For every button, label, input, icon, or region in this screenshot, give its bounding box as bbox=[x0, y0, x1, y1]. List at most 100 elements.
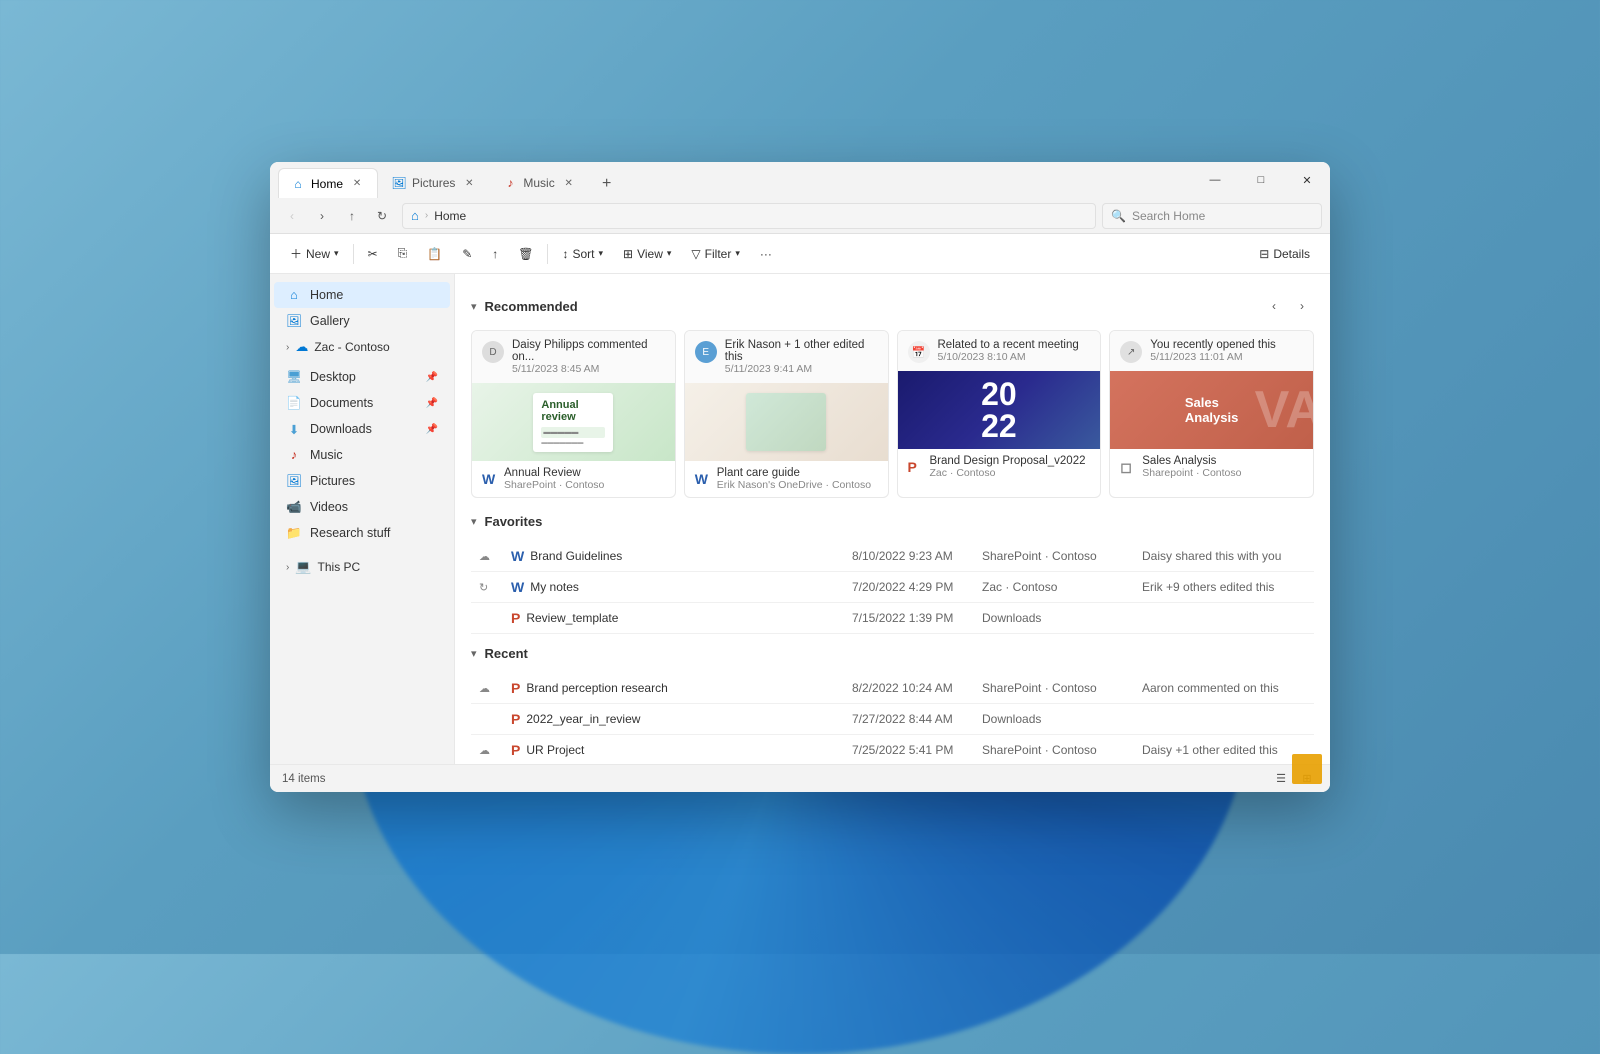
sidebar-downloads-label: Downloads bbox=[310, 422, 372, 436]
favorites-toggle[interactable]: ▾ bbox=[471, 515, 477, 528]
favorites-row-brand-guidelines[interactable]: ☁ W Brand Guidelines 8/10/2022 9:23 AM S… bbox=[471, 541, 1314, 572]
annual-file-icon: W bbox=[482, 471, 498, 487]
my-notes-date: 7/20/2022 4:29 PM bbox=[844, 572, 974, 603]
brand-perception-name-cell: P Brand perception research bbox=[511, 680, 836, 696]
rec-card-brand-footer: P Brand Design Proposal_v2022 Zac · Cont… bbox=[898, 449, 1101, 485]
details-button[interactable]: ⊟ Details bbox=[1251, 243, 1318, 265]
more-button[interactable]: ··· bbox=[752, 243, 780, 265]
brand-perception-date: 8/2/2022 10:24 AM bbox=[844, 673, 974, 704]
quick-access-section: 🖥 Desktop 📌 📄 Documents 📌 ⬇ Downloads 📌 … bbox=[270, 364, 454, 546]
recommended-prev-button[interactable]: ‹ bbox=[1262, 294, 1286, 318]
cut-button[interactable]: ✂ bbox=[360, 243, 386, 265]
recommended-toggle[interactable]: ▾ bbox=[471, 300, 477, 313]
separator-2 bbox=[547, 244, 548, 264]
contoso-expand-arrow: › bbox=[286, 342, 289, 353]
item-count: 14 items bbox=[282, 773, 325, 785]
close-button[interactable]: ✕ bbox=[1284, 162, 1330, 198]
sidebar-item-downloads[interactable]: ⬇ Downloads 📌 bbox=[274, 416, 450, 442]
rec-card-plant[interactable]: E Erik Nason + 1 other edited this 5/11/… bbox=[684, 330, 889, 498]
brand-guidelines-cloud-icon: ☁ bbox=[479, 550, 490, 563]
documents-sidebar-icon: 📄 bbox=[286, 395, 302, 411]
minimize-button[interactable]: — bbox=[1192, 162, 1238, 198]
brand-file-info: Brand Design Proposal_v2022 Zac · Contos… bbox=[930, 455, 1086, 479]
brand-guidelines-date: 8/10/2022 9:23 AM bbox=[844, 541, 974, 572]
favorites-row-my-notes[interactable]: ↻ W My notes 7/20/2022 4:29 PM Zac · Con… bbox=[471, 572, 1314, 603]
up-button[interactable]: ↑ bbox=[338, 203, 366, 229]
sidebar-group-thispc[interactable]: › 💻 This PC bbox=[274, 554, 450, 580]
rec-card-plant-user-icon: E bbox=[695, 341, 717, 363]
recent-toggle[interactable]: ▾ bbox=[471, 647, 477, 660]
sort-icon: ↕ bbox=[562, 247, 568, 261]
my-notes-activity: Erik +9 others edited this bbox=[1134, 572, 1314, 603]
downloads-sidebar-icon: ⬇ bbox=[286, 421, 302, 437]
view-button[interactable]: ⊞ View ▾ bbox=[615, 243, 679, 265]
sidebar-item-research[interactable]: 📁 Research stuff bbox=[274, 520, 450, 546]
forward-button[interactable]: › bbox=[308, 203, 336, 229]
tab-music[interactable]: ♪ Music ✕ bbox=[491, 168, 588, 198]
maximize-button[interactable]: □ bbox=[1238, 162, 1284, 198]
tab-music-close[interactable]: ✕ bbox=[561, 175, 577, 191]
add-tab-button[interactable]: + bbox=[593, 170, 621, 198]
sidebar-group-contoso[interactable]: › ☁ Zac - Contoso bbox=[274, 334, 450, 360]
recent-row-2022-review[interactable]: P 2022_year_in_review 7/27/2022 8:44 AM … bbox=[471, 704, 1314, 735]
2022-review-activity bbox=[1134, 704, 1314, 735]
2022-review-location: Downloads bbox=[974, 704, 1134, 735]
back-button[interactable]: ‹ bbox=[278, 203, 306, 229]
tab-pictures[interactable]: 🖼 Pictures ✕ bbox=[380, 168, 489, 198]
paste-button[interactable]: 📋 bbox=[419, 243, 450, 265]
sidebar-item-music[interactable]: ♪ Music bbox=[274, 442, 450, 468]
2022-review-date: 7/27/2022 8:44 AM bbox=[844, 704, 974, 735]
sort-button[interactable]: ↕ Sort ▾ bbox=[554, 243, 611, 265]
copy-button[interactable]: ⎘ bbox=[390, 242, 416, 265]
paste-icon: 📋 bbox=[427, 247, 442, 261]
rec-card-annual-review[interactable]: D Daisy Philipps commented on... 5/11/20… bbox=[471, 330, 676, 498]
recommended-next-button[interactable]: › bbox=[1290, 294, 1314, 318]
gallery-sidebar-icon: 🖼 bbox=[286, 313, 302, 329]
rec-card-sales[interactable]: ↗ You recently opened this 5/11/2023 11:… bbox=[1109, 330, 1314, 498]
cut-icon: ✂ bbox=[368, 247, 378, 261]
search-bar[interactable]: 🔍 Search Home bbox=[1102, 203, 1322, 229]
sidebar-item-gallery[interactable]: 🖼 Gallery bbox=[274, 308, 450, 334]
tab-home[interactable]: ⌂ Home ✕ bbox=[278, 168, 378, 198]
sidebar-item-documents[interactable]: 📄 Documents 📌 bbox=[274, 390, 450, 416]
details-icon: ⊟ bbox=[1259, 247, 1269, 261]
new-button[interactable]: ＋ New ▾ bbox=[282, 241, 347, 266]
favorites-title: Favorites bbox=[485, 514, 543, 529]
rec-card-sales-date: 5/11/2023 11:01 AM bbox=[1150, 351, 1303, 363]
brand-perception-location: SharePoint · Contoso bbox=[974, 673, 1134, 704]
rec-card-sales-info: You recently opened this 5/11/2023 11:01… bbox=[1150, 339, 1303, 363]
share-button[interactable]: ↑ bbox=[484, 243, 506, 265]
tab-pictures-close[interactable]: ✕ bbox=[461, 175, 477, 191]
address-toolbar: ‹ › ↑ ↻ ⌂ › Home 🔍 Search Home bbox=[270, 198, 1330, 234]
tab-home-close[interactable]: ✕ bbox=[349, 176, 365, 192]
sidebar-item-pictures[interactable]: 🖼 Pictures bbox=[274, 468, 450, 494]
filter-button[interactable]: ▽ Filter ▾ bbox=[683, 243, 747, 265]
ur-project-ppt-icon: P bbox=[511, 742, 520, 758]
recent-row-ur-project[interactable]: ☁ P UR Project 7/25/2022 5:41 PM SharePo… bbox=[471, 735, 1314, 765]
recent-row-brand-perception[interactable]: ☁ P Brand perception research 8/2/2022 1… bbox=[471, 673, 1314, 704]
rec-card-annual-user-icon: D bbox=[482, 341, 504, 363]
2022-review-name-cell: P 2022_year_in_review bbox=[511, 711, 836, 727]
ur-project-name-cell: P UR Project bbox=[511, 742, 836, 758]
my-notes-location: Zac · Contoso bbox=[974, 572, 1134, 603]
recent-section-header: ▾ Recent bbox=[471, 646, 1314, 661]
rec-card-brand-meeting-icon: 📅 bbox=[908, 341, 930, 363]
brand-guidelines-name: Brand Guidelines bbox=[530, 549, 622, 563]
sidebar-item-home[interactable]: ⌂ Home bbox=[274, 282, 450, 308]
favorites-list: ☁ W Brand Guidelines 8/10/2022 9:23 AM S… bbox=[471, 541, 1314, 634]
sidebar-item-desktop[interactable]: 🖥 Desktop 📌 bbox=[274, 364, 450, 390]
sidebar-thispc-label: This PC bbox=[318, 560, 361, 574]
window-controls: — □ ✕ bbox=[1192, 162, 1330, 198]
favorites-row-review-template[interactable]: P Review_template 7/15/2022 1:39 PM Down… bbox=[471, 603, 1314, 634]
tab-music-label: Music bbox=[523, 176, 554, 190]
address-bar[interactable]: ⌂ › Home bbox=[402, 203, 1096, 229]
rec-card-brand[interactable]: 📅 Related to a recent meeting 5/10/2023 … bbox=[897, 330, 1102, 498]
rename-button[interactable]: ✎ bbox=[454, 243, 480, 265]
refresh-button[interactable]: ↻ bbox=[368, 203, 396, 229]
rename-icon: ✎ bbox=[462, 247, 472, 261]
delete-button[interactable]: 🗑 bbox=[510, 243, 541, 265]
sidebar-item-videos[interactable]: 📹 Videos bbox=[274, 494, 450, 520]
desktop-pin-icon: 📌 bbox=[426, 372, 438, 383]
music-tab-icon: ♪ bbox=[503, 176, 517, 190]
list-view-button[interactable]: ☰ bbox=[1270, 768, 1292, 790]
